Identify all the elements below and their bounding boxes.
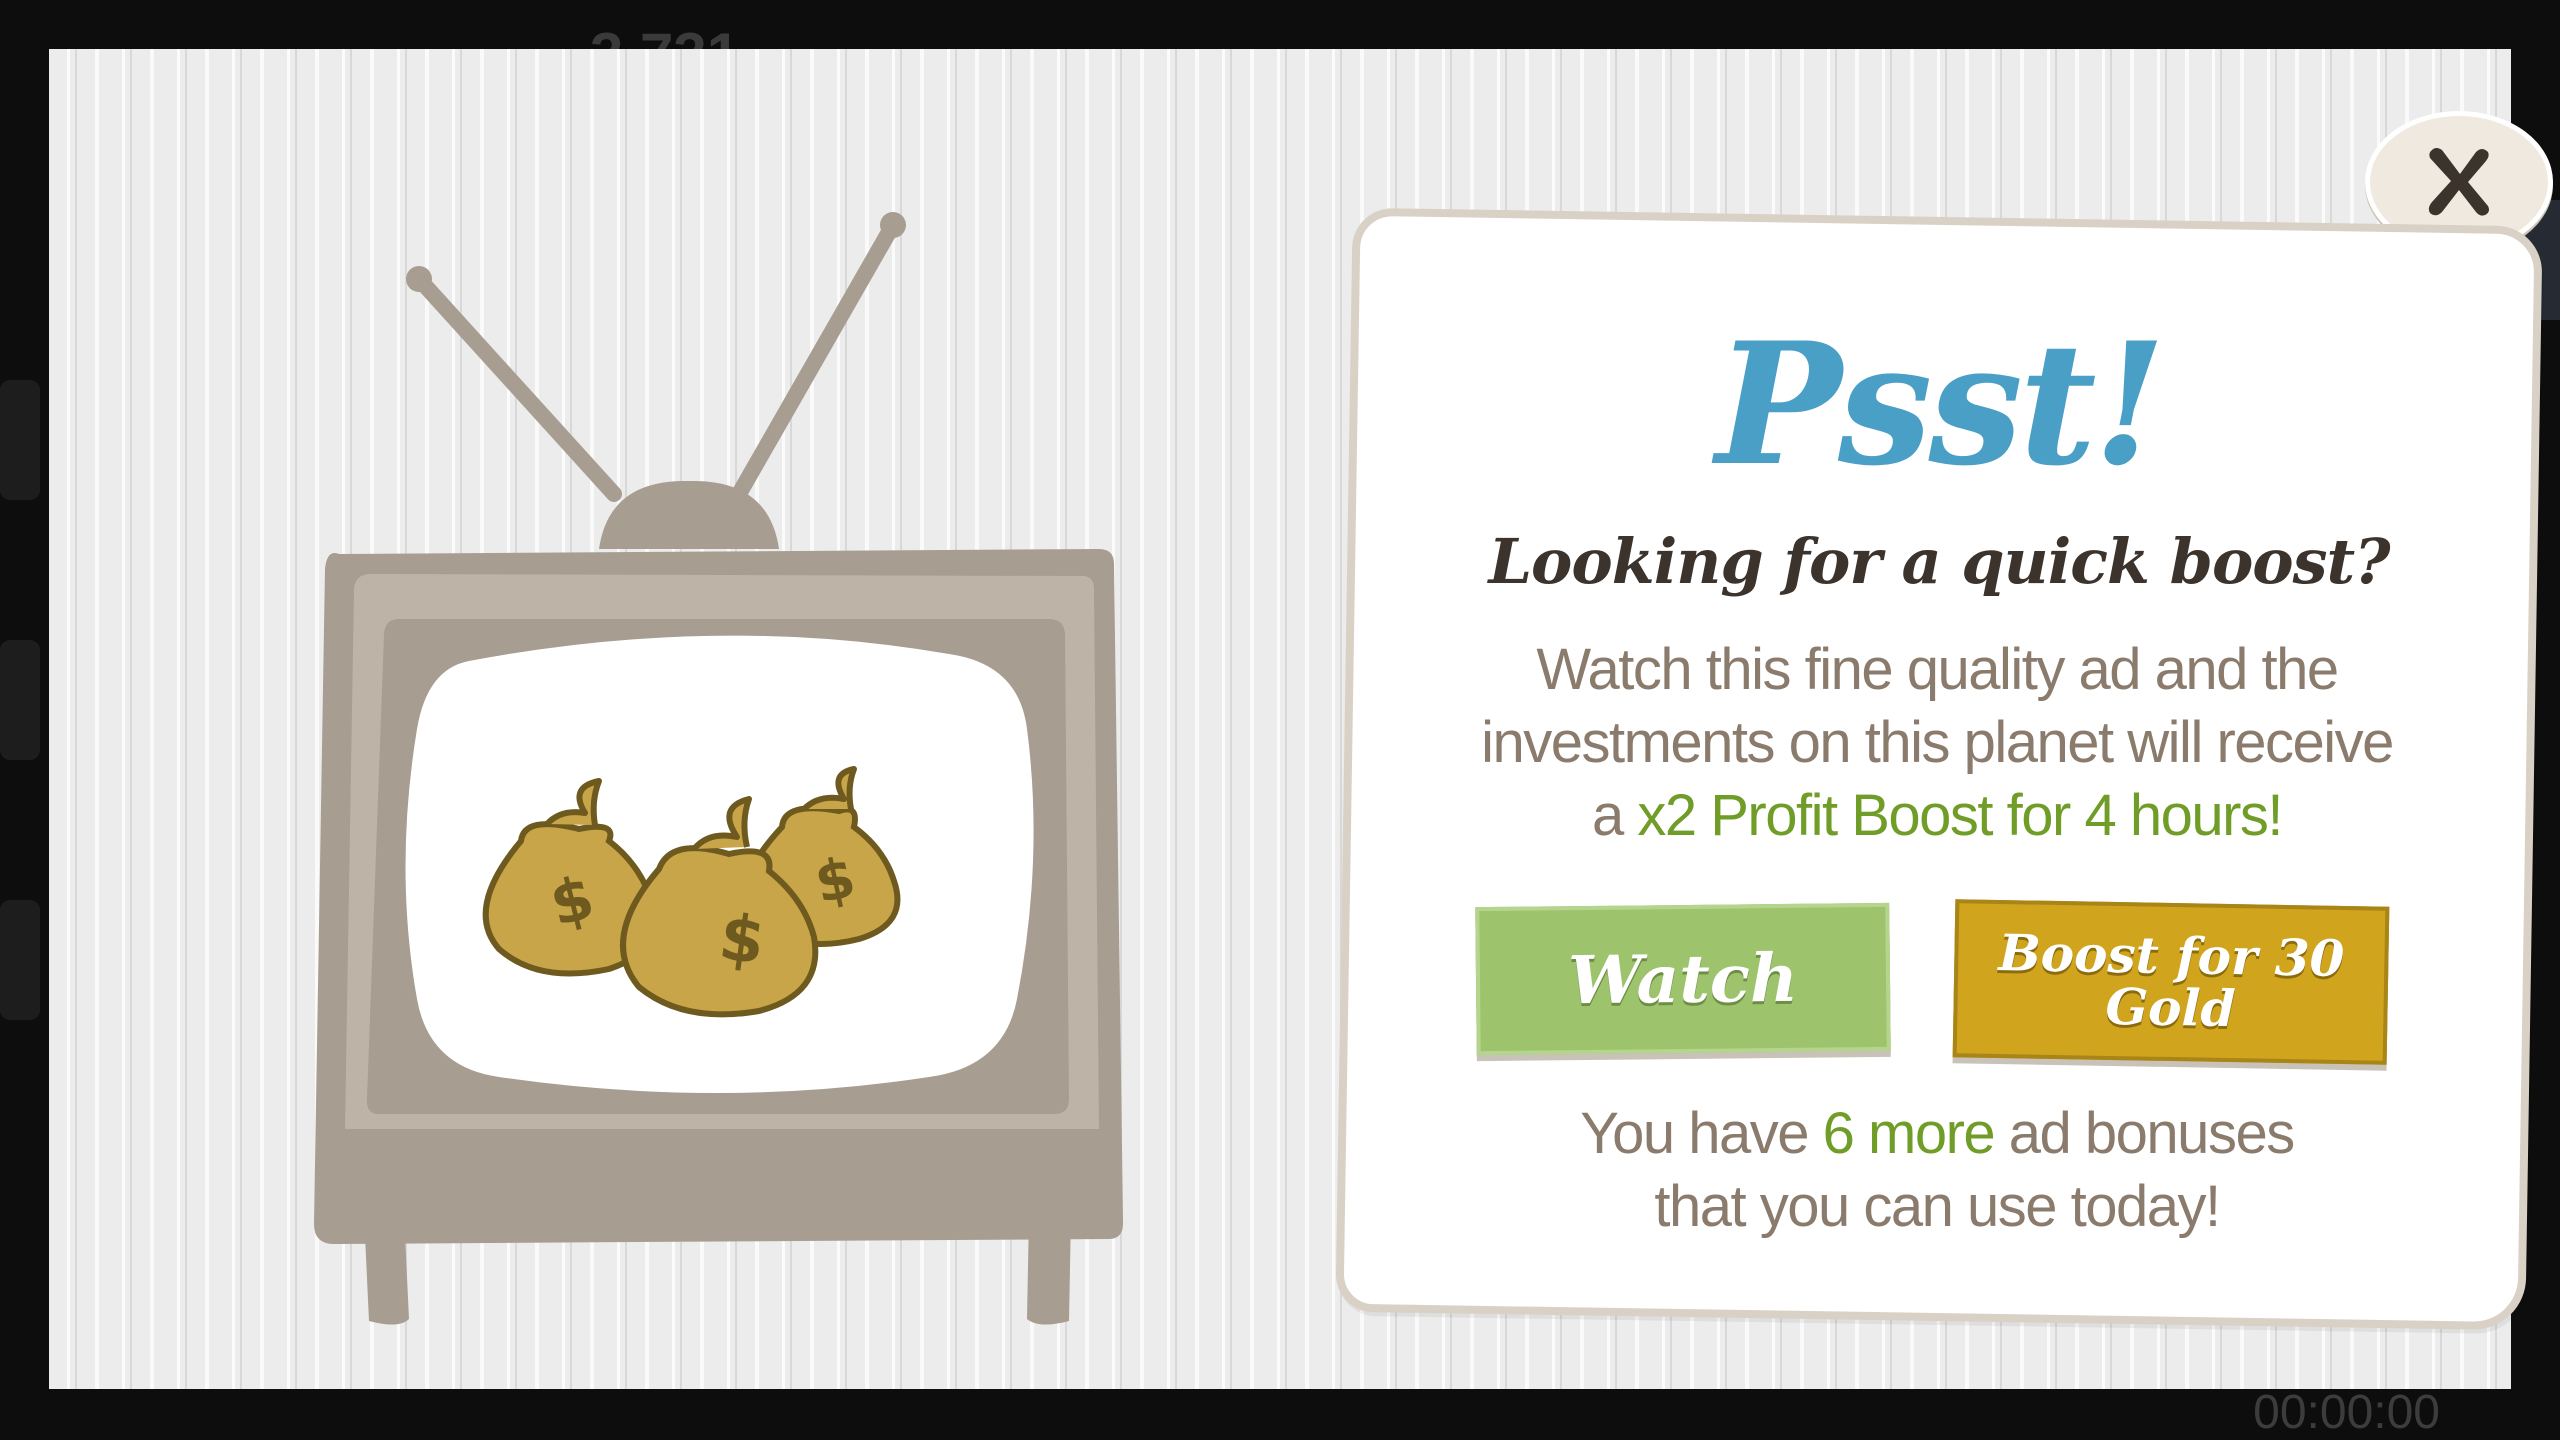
ad-bonus-count-text: You have 6 more ad bonuses that you can …: [1412, 1097, 2462, 1243]
background-timer: 00:00:00: [2253, 1386, 2440, 1439]
boost-card: Psst! Looking for a quick boost? Watch t…: [1335, 207, 2543, 1331]
background-side-tab: [0, 380, 40, 500]
background-side-tab: [0, 640, 40, 760]
footer-line: You have 6 more ad bonuses: [1412, 1097, 2462, 1170]
card-title: Psst!: [1715, 305, 2163, 503]
profit-boost-highlight: x2 Profit Boost for 4 hours!: [1637, 783, 2283, 848]
description-line: Watch this fine quality ad and the: [1536, 637, 2338, 702]
card-subtitle: Looking for a quick boost?: [1488, 525, 2390, 598]
boost-for-gold-button[interactable]: Boost for 30 Gold: [1952, 899, 2390, 1065]
description-line: investments on this planet will receive: [1481, 710, 2393, 775]
game-screen: 3,731 00:00:00: [0, 0, 2560, 1440]
footer-line: that you can use today!: [1654, 1174, 2220, 1239]
footer-prefix: You have: [1580, 1101, 1823, 1166]
card-description: Watch this fine quality ad and the inves…: [1412, 633, 2462, 852]
bonus-count-highlight: 6 more: [1822, 1101, 1995, 1166]
description-prefix: a: [1591, 783, 1638, 848]
watch-ad-button[interactable]: Watch: [1475, 902, 1891, 1056]
close-icon: [2428, 148, 2489, 216]
ad-boost-modal: $ $ $ Psst! Looking for a quick boost? W…: [49, 49, 2553, 1389]
footer-suffix: ad bonuses: [1994, 1101, 2294, 1166]
description-line: a x2 Profit Boost for 4 hours!: [1412, 779, 2462, 852]
tv-icon: $ $ $: [314, 212, 1124, 1325]
background-side-tab: [0, 900, 40, 1020]
